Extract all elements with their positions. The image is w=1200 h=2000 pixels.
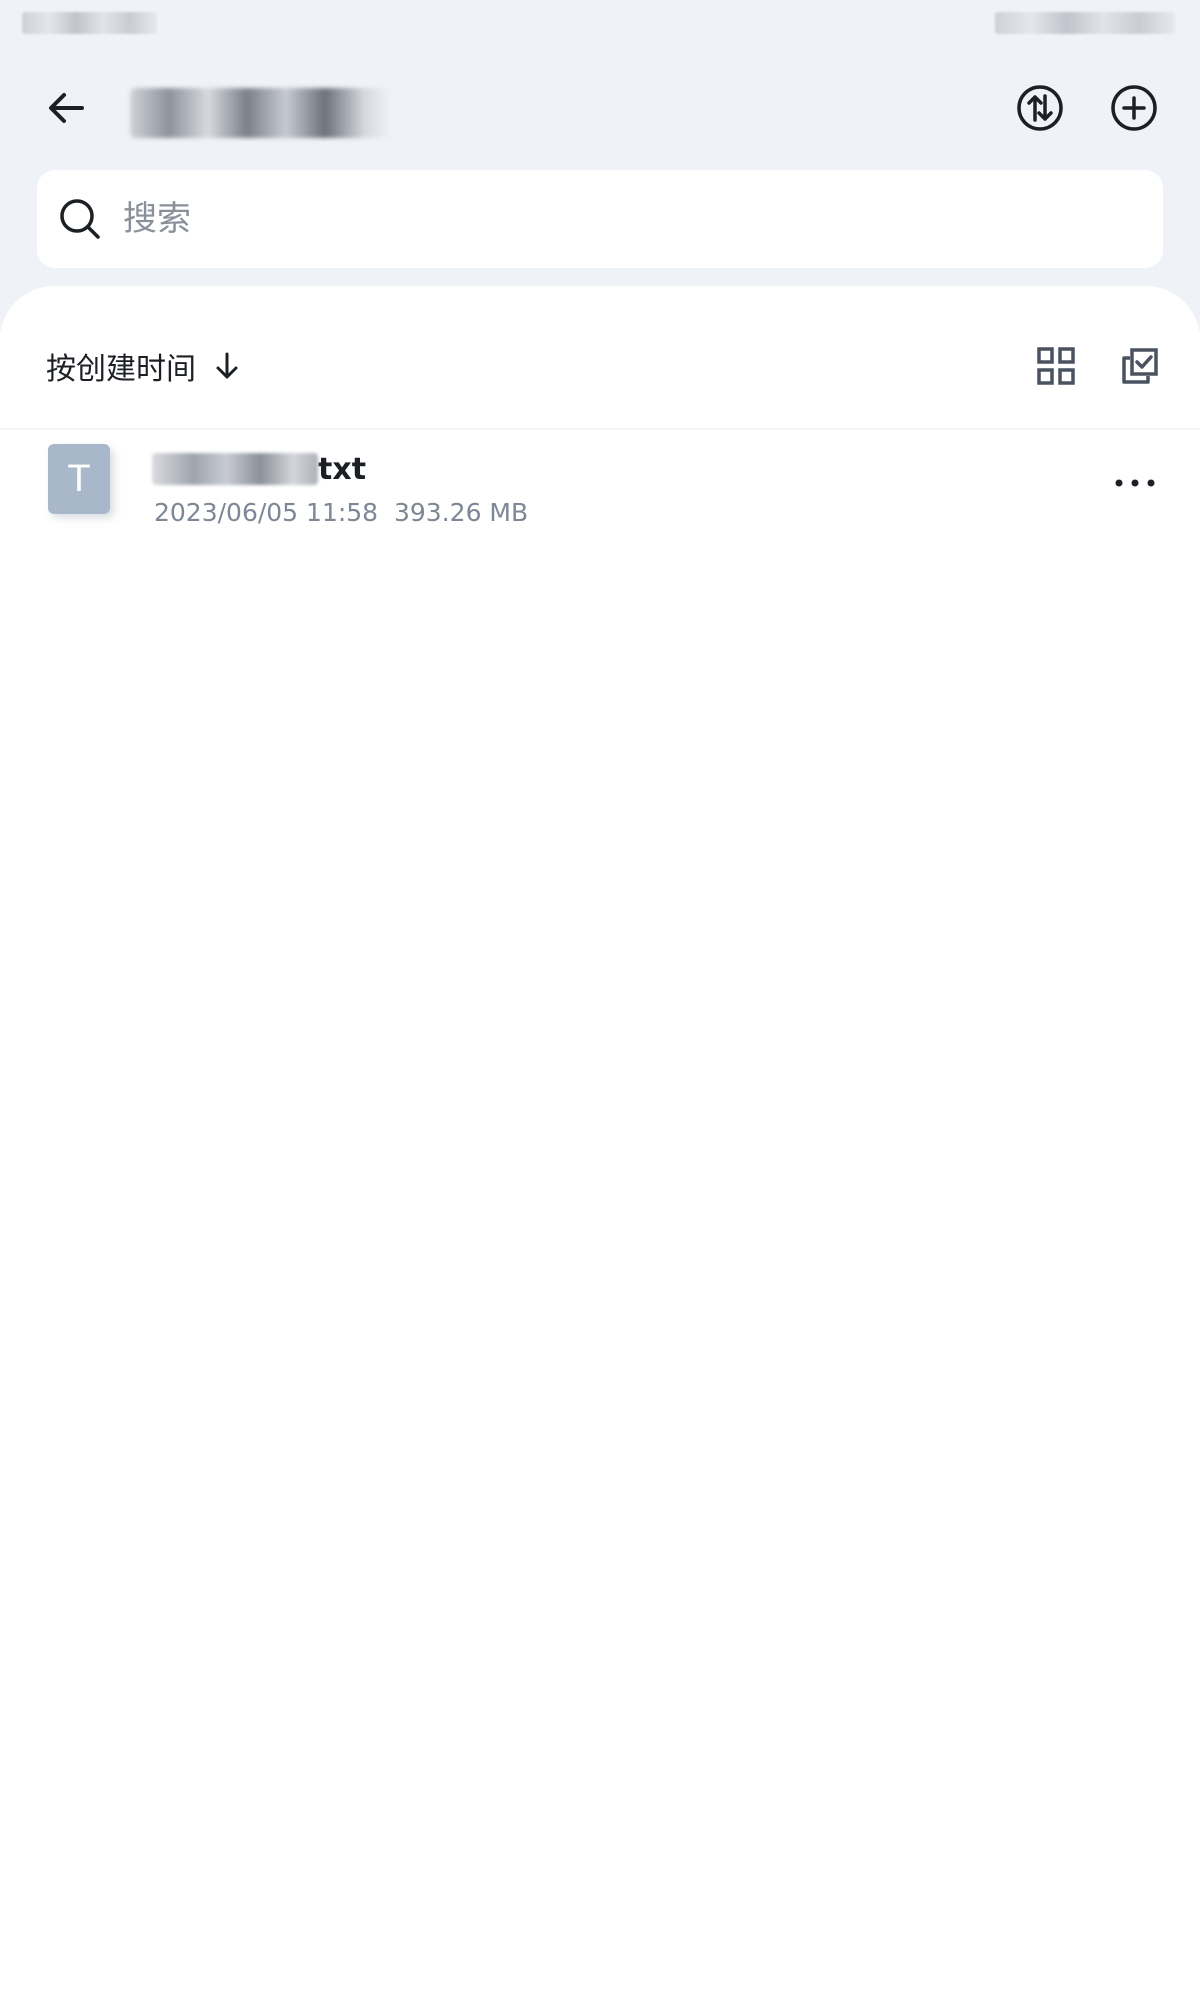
transfer-icon xyxy=(1017,85,1063,131)
back-arrow-icon xyxy=(49,93,84,123)
grid-view-icon xyxy=(1037,347,1075,385)
multi-select-button[interactable] xyxy=(1104,330,1176,402)
page-title xyxy=(130,88,390,138)
file-name-blurred xyxy=(152,453,318,485)
multi-select-icon xyxy=(1122,348,1158,384)
file-list-item[interactable]: T txt 2023/06/05 11:58 393.26 MB xyxy=(0,404,1200,534)
arrow-down-icon xyxy=(216,352,238,379)
file-date: 2023/06/05 11:58 xyxy=(154,498,379,527)
more-button[interactable] xyxy=(1100,448,1170,518)
file-size: 393.26 MB xyxy=(394,498,529,527)
file-name-extension: txt xyxy=(318,451,367,487)
file-list-panel: 按创建时间 T txt 2023/06/05 11:58 393.26 MB xyxy=(0,286,1200,2000)
status-bar xyxy=(0,0,1200,50)
text-file-icon: T xyxy=(48,444,110,514)
sort-button[interactable]: 按创建时间 xyxy=(46,336,244,396)
search-input[interactable] xyxy=(121,198,1025,240)
transfer-button[interactable] xyxy=(1004,72,1076,144)
add-button[interactable] xyxy=(1098,72,1170,144)
status-right-blurred xyxy=(995,12,1175,34)
search-icon xyxy=(60,199,100,239)
status-left-blurred xyxy=(22,12,157,34)
grid-view-button[interactable] xyxy=(1020,330,1092,402)
more-icon xyxy=(1115,479,1155,487)
file-type-letter: T xyxy=(67,457,91,500)
add-circle-icon xyxy=(1111,85,1157,131)
sort-toolbar: 按创建时间 xyxy=(0,326,1200,430)
file-meta: 2023/06/05 11:58 393.26 MB xyxy=(154,498,528,527)
file-name: txt xyxy=(152,446,366,492)
sort-label: 按创建时间 xyxy=(46,352,196,387)
back-button[interactable] xyxy=(30,72,102,144)
header-area xyxy=(0,0,1200,330)
title-bar xyxy=(0,60,1200,160)
search-bar[interactable] xyxy=(37,170,1163,268)
